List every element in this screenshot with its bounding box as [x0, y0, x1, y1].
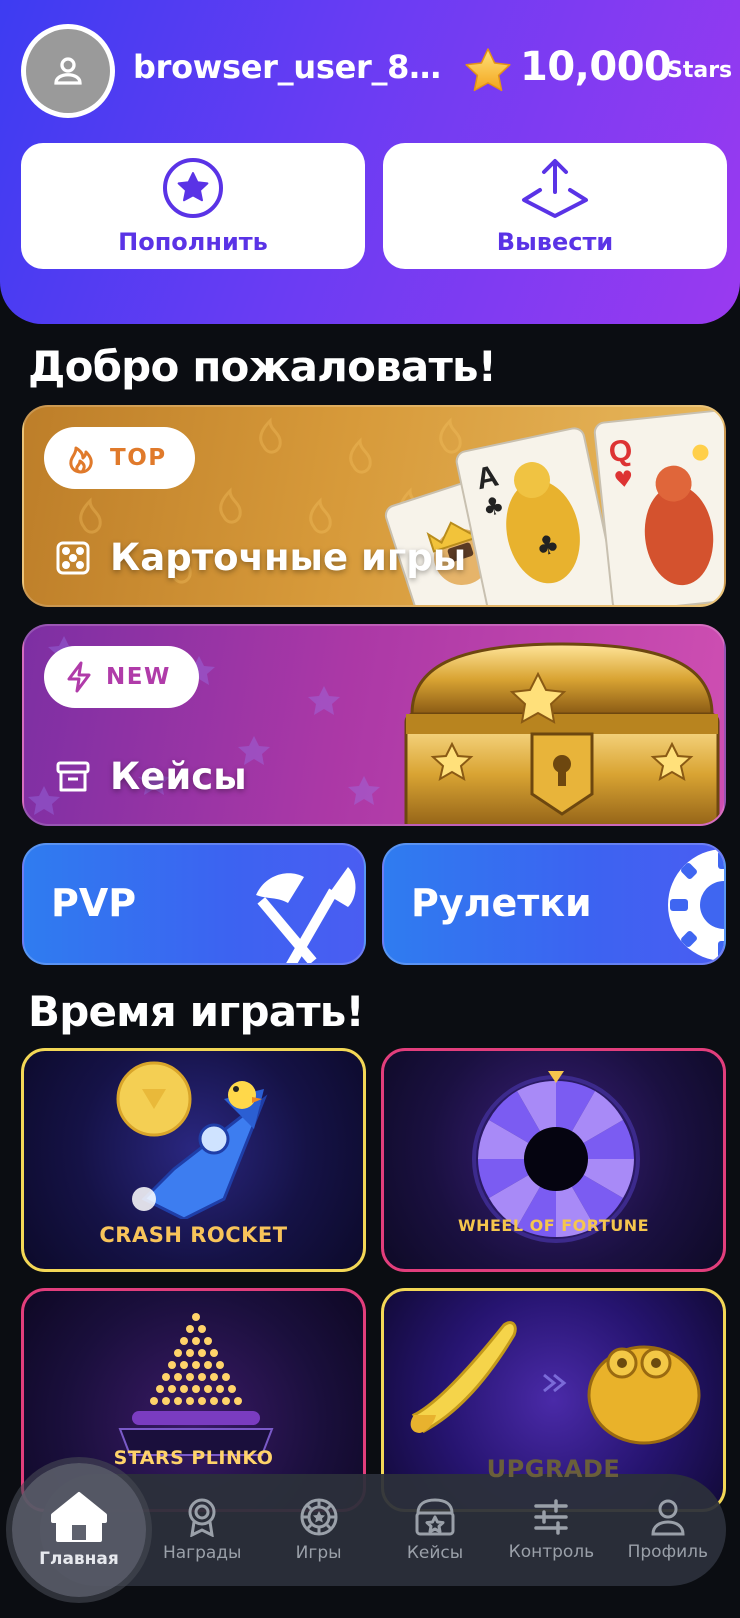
new-badge: NEW: [44, 646, 199, 708]
plinko-illustration: [118, 1313, 274, 1456]
roulette-label: Рулетки: [411, 881, 592, 925]
stars-balance: 10,000: [520, 44, 672, 90]
nav-label: Награды: [162, 1543, 242, 1563]
avatar[interactable]: [21, 24, 115, 118]
flame-icon: [69, 446, 93, 474]
pvp-tile[interactable]: PVP: [22, 843, 366, 965]
award-icon: [188, 1498, 216, 1537]
star-icon: [465, 48, 511, 92]
nav-item-profile[interactable]: Профиль: [610, 1498, 726, 1562]
top-badge: TOP: [44, 427, 195, 489]
home-icon: [51, 1492, 107, 1542]
game-label: CRASH ROCKET: [99, 1223, 288, 1247]
wallet-header: browser_user_849... 10,000 Stars Пополни…: [0, 0, 740, 324]
chip-icon: [300, 1498, 338, 1536]
nav-label: Игры: [295, 1543, 342, 1563]
treasure-chest-illustration: [404, 642, 720, 824]
card-games-label: Карточные игры: [110, 536, 467, 579]
username: browser_user_849...: [133, 48, 448, 86]
upgrade-illustration: [410, 1321, 701, 1445]
nav-item-cases[interactable]: Кейсы: [377, 1497, 493, 1563]
cases-banner[interactable]: NEW Кейсы: [22, 624, 726, 826]
card-games-title: Карточные игры: [56, 536, 466, 579]
app-screen: browser_user_849... 10,000 Stars Пополни…: [0, 0, 740, 1618]
nav-label: Профиль: [627, 1542, 709, 1562]
cases-label: Кейсы: [110, 755, 247, 798]
nav-item-rewards[interactable]: Награды: [144, 1497, 260, 1563]
game-label: UPGRADE: [486, 1455, 621, 1483]
case-icon: [415, 1498, 455, 1536]
rocket-illustration: [116, 1061, 268, 1219]
svg-text:♥: ♥: [613, 467, 635, 494]
card-games-banner[interactable]: TOP A ♣ ♣ Q ♥ Карточные игры: [22, 405, 726, 607]
game-card-upgrade[interactable]: UPGRADE: [381, 1288, 726, 1512]
welcome-title: Добро пожаловать!: [28, 342, 497, 391]
game-card-wheel-of-fortune[interactable]: WHEEL OF FORTUNE: [381, 1048, 726, 1272]
user-icon: [54, 57, 82, 85]
svg-text:Q: Q: [607, 434, 634, 469]
user-icon: [651, 1499, 685, 1536]
pvp-label: PVP: [51, 881, 137, 925]
dice-icon: [56, 541, 90, 574]
withdraw-label: Вывести: [496, 228, 614, 256]
game-label: WHEEL OF FORTUNE: [457, 1216, 650, 1235]
nav-label: Кейсы: [406, 1543, 464, 1563]
new-badge-label: NEW: [106, 664, 171, 690]
nav-item-games[interactable]: Игры: [260, 1497, 376, 1563]
deposit-label: Пополнить: [118, 228, 268, 256]
star-circle-icon: [163, 158, 223, 218]
sliders-icon: [534, 1499, 569, 1535]
nav-label: Главная: [39, 1549, 119, 1569]
game-card-crash-rocket[interactable]: CRASH ROCKET: [21, 1048, 366, 1272]
cases-title: Кейсы: [56, 755, 247, 798]
top-badge-label: TOP: [110, 445, 167, 471]
game-label: STARS PLINKO: [113, 1447, 274, 1469]
roulette-tile[interactable]: Рулетки: [382, 843, 726, 965]
deposit-button[interactable]: Пополнить: [21, 143, 365, 269]
currency-label: Stars: [667, 58, 733, 83]
archive-box-icon: [56, 761, 90, 791]
axes-icon: [256, 867, 356, 963]
nav-label: Контроль: [508, 1542, 595, 1562]
wheel-icon: [668, 849, 724, 961]
nav-item-control[interactable]: Контроль: [493, 1498, 609, 1562]
bolt-icon: [67, 661, 91, 693]
play-title: Время играть!: [28, 987, 365, 1036]
withdraw-button[interactable]: Вывести: [383, 143, 727, 269]
upload-box-icon: [522, 159, 588, 218]
nav-item-home[interactable]: Главная: [12, 1463, 146, 1597]
